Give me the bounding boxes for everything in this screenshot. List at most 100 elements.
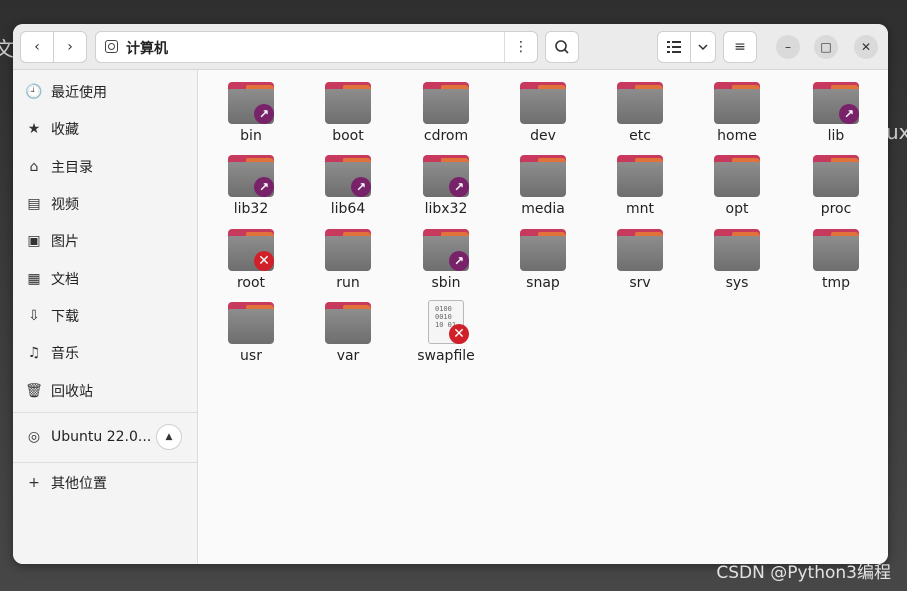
maximize-button[interactable]: □ xyxy=(814,35,838,59)
file-item[interactable]: media xyxy=(498,147,588,219)
eject-icon: ▲ xyxy=(165,432,173,442)
file-name: lib32 xyxy=(233,201,269,217)
folder-icon xyxy=(520,82,566,124)
file-item[interactable]: dev xyxy=(498,74,588,146)
sidebar-item-downloads[interactable]: ⇩ 下载 xyxy=(13,298,197,334)
file-item[interactable]: sys xyxy=(692,221,782,293)
watermark: CSDN @Python3编程 xyxy=(716,563,891,583)
file-item[interactable]: 0100 0010 10 01 ✕ swapfile xyxy=(401,294,491,366)
music-icon: ♫ xyxy=(27,345,41,361)
chevron-down-icon xyxy=(698,44,708,50)
sidebar-item-label: 文档 xyxy=(51,272,79,288)
file-name: boot xyxy=(332,128,364,144)
file-item[interactable]: run xyxy=(303,221,393,293)
sidebar-item-documents[interactable]: ▦ 文档 xyxy=(13,261,197,297)
file-item[interactable]: ↗ lib32 xyxy=(206,147,296,219)
symlink-emblem-icon: ↗ xyxy=(254,104,274,124)
file-item[interactable]: ✕ root xyxy=(206,221,296,293)
sidebar-item-starred[interactable]: ★ 收藏 xyxy=(13,111,197,147)
sidebar-item-ubuntu-device[interactable]: ◎ Ubuntu 22.0... ▲ xyxy=(13,419,197,455)
main-menu-button[interactable]: ≡ xyxy=(723,31,757,63)
minimize-button[interactable]: – xyxy=(776,35,800,59)
folder-icon xyxy=(228,302,274,344)
sidebar-item-trash[interactable]: 🗑 回收站 xyxy=(13,373,197,409)
clock-icon: 🕘 xyxy=(25,84,43,100)
home-icon: ⌂ xyxy=(29,159,39,175)
sidebar-item-recent[interactable]: 🕘 最近使用 xyxy=(13,74,197,110)
symlink-emblem-icon: ↗ xyxy=(839,104,859,124)
file-item[interactable]: opt xyxy=(692,147,782,219)
view-mode-button[interactable] xyxy=(657,31,691,63)
file-grid: ↗ bin boot cdrom dev etc home ↗ lib ↗ lib32 ↗ lib64 ↗… xyxy=(198,70,888,564)
file-name: var xyxy=(336,348,360,364)
no-access-emblem-icon: ✕ xyxy=(254,251,274,271)
file-name: sys xyxy=(725,275,749,291)
file-item[interactable]: home xyxy=(692,74,782,146)
folder-icon xyxy=(813,155,859,197)
sidebar-item-label: 主目录 xyxy=(51,160,93,176)
chevron-right-icon: › xyxy=(67,39,73,55)
file-item[interactable]: srv xyxy=(595,221,685,293)
path-menu-button[interactable]: ⋮ xyxy=(505,32,537,62)
file-name: media xyxy=(521,201,565,217)
folder-icon xyxy=(617,155,663,197)
file-item[interactable]: boot xyxy=(303,74,393,146)
file-name: libx32 xyxy=(424,201,468,217)
close-button[interactable]: ✕ xyxy=(854,35,878,59)
folder-icon xyxy=(714,82,760,124)
file-item[interactable]: ↗ bin xyxy=(206,74,296,146)
file-name: home xyxy=(717,128,757,144)
sidebar-item-label: 图片 xyxy=(51,234,79,250)
symlink-emblem-icon: ↗ xyxy=(254,177,274,197)
sidebar-item-label: 回收站 xyxy=(51,384,93,400)
hamburger-menu-icon: ≡ xyxy=(734,39,746,55)
file-item[interactable]: ↗ lib xyxy=(791,74,881,146)
file-item[interactable]: ↗ lib64 xyxy=(303,147,393,219)
sidebar-item-home[interactable]: ⌂ 主目录 xyxy=(13,149,197,185)
sidebar-item-music[interactable]: ♫ 音乐 xyxy=(13,335,197,371)
forward-button[interactable]: › xyxy=(53,31,87,63)
file-name: usr xyxy=(240,348,262,364)
minimize-icon: – xyxy=(785,40,791,54)
video-icon: ▤ xyxy=(27,196,41,212)
sidebar: 🕘 最近使用 ★ 收藏 ⌂ 主目录 ▤ 视频 ▣ 图片 ▦ 文档 ⇩ 下载 ♫ xyxy=(13,70,198,564)
list-view-icon xyxy=(667,41,681,53)
eject-button[interactable]: ▲ xyxy=(156,424,182,450)
maximize-icon: □ xyxy=(820,40,832,54)
file-item[interactable]: etc xyxy=(595,74,685,146)
trash-icon: 🗑 xyxy=(25,383,43,399)
sidebar-item-label: Ubuntu 22.0... xyxy=(51,429,152,445)
file-item[interactable]: cdrom xyxy=(401,74,491,146)
file-name: root xyxy=(236,275,266,291)
drive-icon xyxy=(105,40,118,53)
sidebar-item-other-locations[interactable]: + 其他位置 xyxy=(13,465,197,501)
file-item[interactable]: usr xyxy=(206,294,296,366)
path-bar[interactable]: 计算机 ⋮ xyxy=(95,31,538,63)
file-item[interactable]: tmp xyxy=(791,221,881,293)
file-item[interactable]: ↗ libx32 xyxy=(401,147,491,219)
chevron-left-icon: ‹ xyxy=(34,39,40,55)
sidebar-item-label: 下载 xyxy=(51,309,79,325)
sidebar-item-videos[interactable]: ▤ 视频 xyxy=(13,186,197,222)
folder-icon xyxy=(325,302,371,344)
search-button[interactable] xyxy=(545,31,579,63)
folder-icon xyxy=(423,82,469,124)
folder-icon xyxy=(617,229,663,271)
folder-icon xyxy=(325,229,371,271)
file-item[interactable]: snap xyxy=(498,221,588,293)
file-name: lib64 xyxy=(330,201,366,217)
plus-icon: + xyxy=(28,475,40,491)
close-icon: ✕ xyxy=(860,40,872,54)
sidebar-item-pictures[interactable]: ▣ 图片 xyxy=(13,223,197,259)
file-item[interactable]: ↗ sbin xyxy=(401,221,491,293)
file-item[interactable]: proc xyxy=(791,147,881,219)
file-item[interactable]: var xyxy=(303,294,393,366)
file-item[interactable]: mnt xyxy=(595,147,685,219)
back-button[interactable]: ‹ xyxy=(20,31,54,63)
folder-icon xyxy=(714,229,760,271)
file-name: sbin xyxy=(431,275,461,291)
sidebar-item-label: 最近使用 xyxy=(51,85,107,101)
view-options-dropdown[interactable] xyxy=(690,31,716,63)
symlink-emblem-icon: ↗ xyxy=(351,177,371,197)
sidebar-item-label: 音乐 xyxy=(51,346,79,362)
